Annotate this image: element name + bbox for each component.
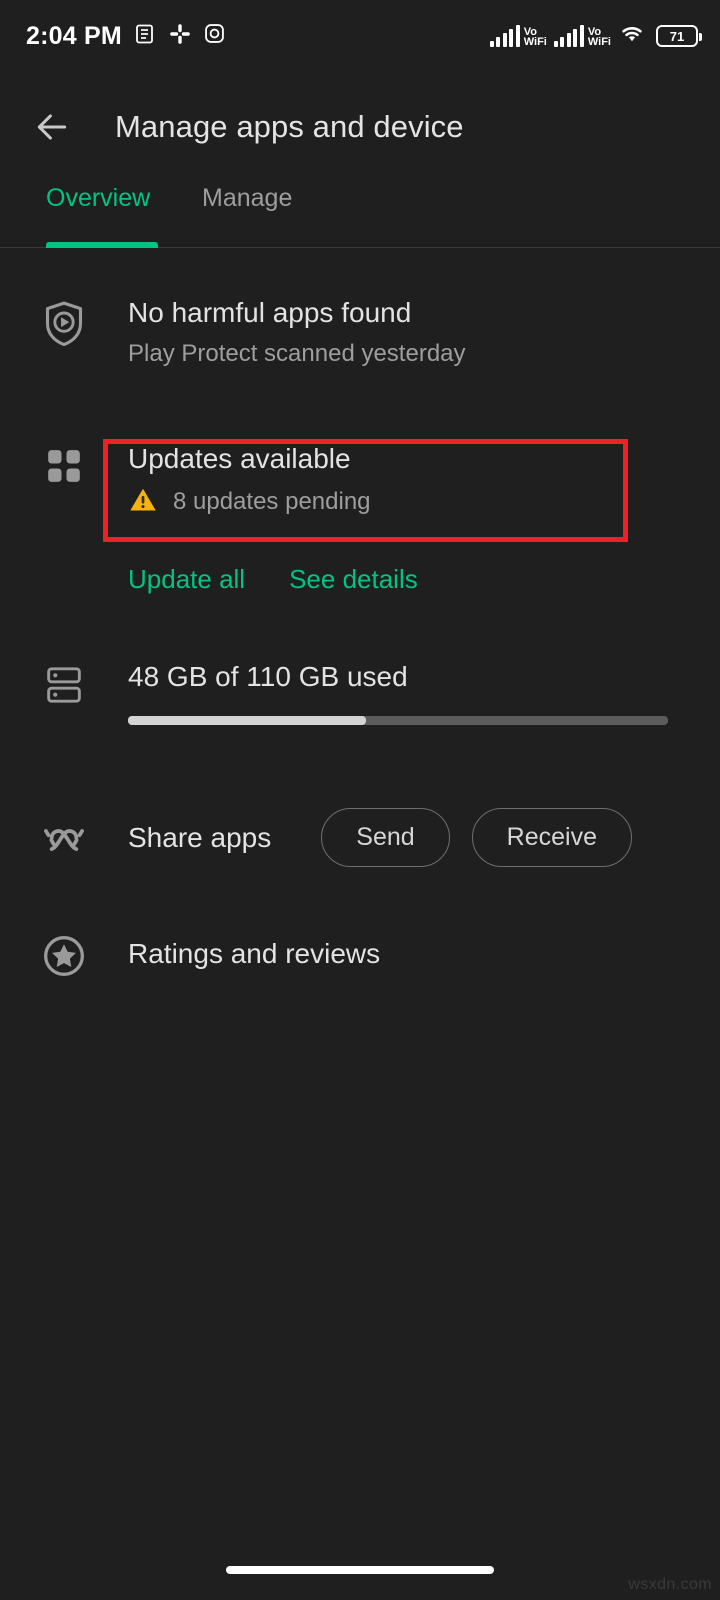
storage-title: 48 GB of 110 GB used — [128, 661, 408, 692]
apps-grid-icon — [0, 442, 128, 486]
share-apps-buttons: Send Receive — [321, 808, 632, 867]
updates-subtitle-wrap: 8 updates pending — [128, 486, 690, 518]
storage-progress-fill — [128, 716, 366, 725]
updates-subtitle: 8 updates pending — [173, 488, 371, 515]
signal-bars-sim2: Vo WiFi — [553, 25, 611, 48]
status-bar: 2:04 PM Vo WiFi Vo WiFi 71 — [0, 0, 720, 72]
updates-body: Updates available 8 updates pending — [128, 442, 720, 518]
warning-triangle-icon — [128, 486, 158, 518]
volte-label-sim1: Vo WiFi — [523, 26, 547, 48]
updates-title: Updates available — [128, 443, 351, 474]
play-protect-body: No harmful apps found Play Protect scann… — [128, 296, 720, 369]
share-apps-body: Share apps Send Receive — [128, 808, 720, 867]
row-storage[interactable]: 48 GB of 110 GB used — [0, 660, 720, 725]
battery-indicator: 71 — [656, 25, 702, 47]
back-arrow-icon — [37, 114, 67, 140]
tab-bar: Overview Manage — [0, 176, 720, 248]
page-title: Manage apps and device — [115, 109, 464, 144]
back-button[interactable] — [20, 95, 84, 159]
updates-actions: Update all See details — [128, 560, 418, 599]
row-updates-available[interactable]: Updates available 8 updates pending — [0, 442, 720, 518]
watermark: wsxdn.com — [628, 1576, 712, 1593]
notes-icon — [133, 22, 157, 51]
share-apps-title: Share apps — [128, 821, 272, 853]
wifi-icon — [618, 22, 646, 51]
battery-percent: 71 — [669, 28, 685, 44]
receive-button[interactable]: Receive — [471, 808, 632, 867]
play-store-manage-screen: 2:04 PM Vo WiFi Vo WiFi 71 Manage apps a… — [0, 0, 720, 1600]
row-share-apps: Share apps Send Receive — [0, 808, 720, 867]
slack-icon — [168, 22, 192, 51]
tab-overview[interactable]: Overview — [46, 176, 150, 248]
see-details-button[interactable]: See details — [289, 560, 418, 599]
status-bar-right: Vo WiFi Vo WiFi 71 — [489, 22, 702, 51]
tab-manage[interactable]: Manage — [202, 176, 292, 248]
signal-bars-sim1: Vo WiFi — [489, 25, 547, 48]
instagram-icon — [203, 22, 226, 50]
play-protect-subtitle: Play Protect scanned yesterday — [128, 340, 466, 367]
row-ratings-and-reviews[interactable]: Ratings and reviews — [0, 930, 720, 978]
ratings-title: Ratings and reviews — [128, 938, 381, 969]
status-clock: 2:04 PM — [26, 21, 122, 50]
storage-progress-track — [128, 716, 668, 725]
update-all-button[interactable]: Update all — [128, 560, 245, 599]
home-indicator[interactable] — [226, 1566, 494, 1574]
play-protect-shield-icon — [0, 296, 128, 348]
app-bar: Manage apps and device — [0, 72, 720, 182]
storage-body: 48 GB of 110 GB used — [128, 660, 720, 725]
row-play-protect[interactable]: No harmful apps found Play Protect scann… — [0, 296, 720, 369]
ratings-body: Ratings and reviews — [128, 937, 720, 971]
status-bar-left: 2:04 PM — [26, 22, 226, 51]
volte-label-sim2: Vo WiFi — [587, 26, 611, 48]
tab-active-indicator — [46, 242, 158, 248]
play-protect-title: No harmful apps found — [128, 297, 412, 328]
storage-icon — [0, 660, 128, 706]
share-apps-icon — [0, 819, 128, 857]
send-button[interactable]: Send — [321, 808, 450, 867]
star-circle-icon — [0, 930, 128, 978]
